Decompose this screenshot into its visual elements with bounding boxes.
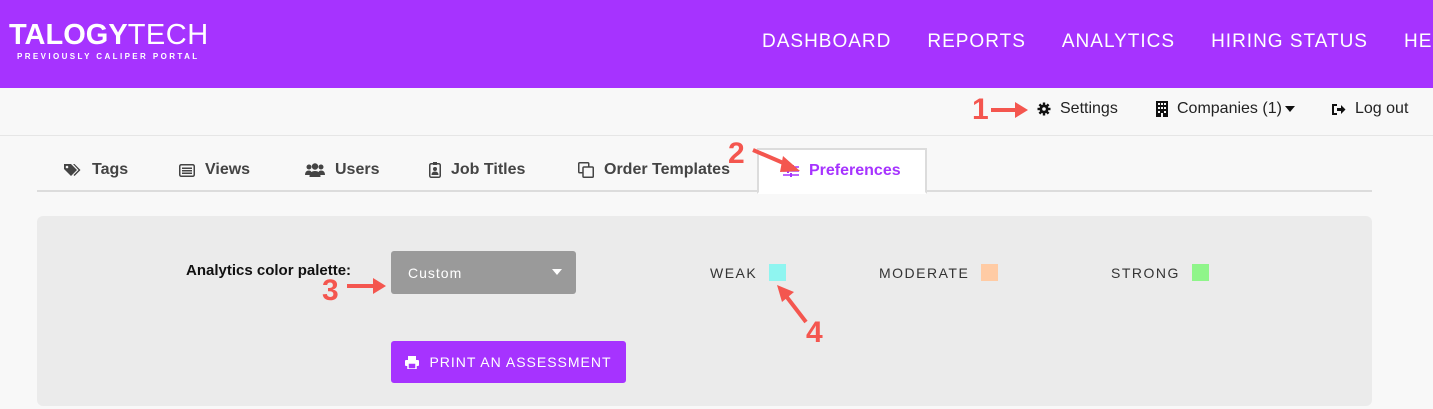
- tab-views[interactable]: Views: [179, 148, 250, 192]
- gear-icon: [1037, 102, 1051, 116]
- tab-order-templates-label: Order Templates: [604, 161, 730, 178]
- companies-label: Companies (1): [1177, 100, 1282, 117]
- nav-help[interactable]: HELP: [1404, 31, 1433, 53]
- settings-link[interactable]: Settings: [1037, 100, 1118, 118]
- legend-moderate: MODERATE: [879, 264, 999, 281]
- annotation-3: 3: [322, 274, 339, 307]
- tab-tags[interactable]: Tags: [64, 148, 128, 192]
- list-alt-icon: [179, 163, 195, 177]
- annotation-2: 2: [728, 137, 745, 170]
- tab-job-titles[interactable]: Job Titles: [429, 148, 525, 192]
- sign-out-icon: [1332, 103, 1346, 115]
- legend-strong: STRONG: [1111, 264, 1209, 281]
- tab-views-label: Views: [205, 161, 251, 178]
- nav-analytics[interactable]: ANALYTICS: [1062, 31, 1175, 53]
- nav-dashboard[interactable]: DASHBOARD: [762, 31, 891, 53]
- logout-label: Log out: [1355, 100, 1409, 117]
- palette-selected-value: Custom: [408, 264, 463, 281]
- tab-users[interactable]: Users: [305, 148, 379, 192]
- brand-name-bold: TALOGY: [9, 19, 128, 51]
- moderate-color-swatch[interactable]: [981, 264, 999, 281]
- legend-weak-label: WEAK: [710, 264, 758, 281]
- nav-hiring-status[interactable]: HIRING STATUS: [1211, 31, 1368, 53]
- users-icon: [305, 163, 325, 177]
- annotation-arrow-4: [777, 285, 808, 324]
- copy-icon: [578, 162, 594, 178]
- annotation-1: 1: [972, 93, 989, 126]
- tab-order-templates[interactable]: Order Templates: [578, 148, 730, 192]
- preferences-panel: Analytics color palette: Custom WEAK MOD…: [37, 216, 1372, 406]
- caret-down-icon: [552, 269, 562, 275]
- nav-reports[interactable]: REPORTS: [927, 31, 1026, 53]
- tab-preferences-label: Preferences: [809, 162, 901, 179]
- print-assessment-label: PRINT AN ASSESSMENT: [429, 354, 612, 370]
- utility-bar: Settings Companies (1) Log out: [0, 88, 1433, 136]
- caret-down-icon: [1284, 106, 1295, 112]
- legend-weak: WEAK: [710, 264, 787, 281]
- annotation-arrow-2: [752, 148, 800, 172]
- top-header: TALOGYTECH PREVIOUSLY CALIPER PORTAL DAS…: [0, 0, 1433, 88]
- building-icon: [1156, 101, 1168, 117]
- weak-color-swatch[interactable]: [769, 264, 787, 281]
- tab-users-label: Users: [335, 161, 380, 178]
- id-badge-icon: [429, 162, 441, 178]
- tags-icon: [64, 164, 81, 176]
- annotation-arrow-1: [991, 102, 1028, 118]
- strong-color-swatch[interactable]: [1191, 264, 1209, 281]
- legend-strong-label: STRONG: [1111, 264, 1180, 281]
- settings-tabs: Tags Views Users Job Titles Order Templa…: [37, 148, 1372, 194]
- main-nav: DASHBOARD REPORTS ANALYTICS HIRING STATU…: [762, 31, 1433, 53]
- brand-logo[interactable]: TALOGYTECH PREVIOUSLY CALIPER PORTAL: [9, 20, 209, 61]
- print-assessment-button[interactable]: PRINT AN ASSESSMENT: [391, 341, 626, 383]
- annotation-arrow-3: [347, 278, 386, 294]
- annotation-4: 4: [806, 316, 823, 349]
- brand-name-light: TECH: [127, 19, 209, 51]
- logout-link[interactable]: Log out: [1331, 100, 1408, 118]
- tab-job-titles-label: Job Titles: [451, 161, 526, 178]
- palette-select[interactable]: Custom: [391, 251, 576, 294]
- companies-dropdown[interactable]: Companies (1): [1156, 100, 1295, 118]
- print-icon: [405, 355, 420, 369]
- settings-label: Settings: [1060, 100, 1118, 117]
- tab-tags-label: Tags: [92, 161, 129, 178]
- legend-moderate-label: MODERATE: [879, 264, 970, 281]
- brand-tagline: PREVIOUSLY CALIPER PORTAL: [17, 52, 200, 61]
